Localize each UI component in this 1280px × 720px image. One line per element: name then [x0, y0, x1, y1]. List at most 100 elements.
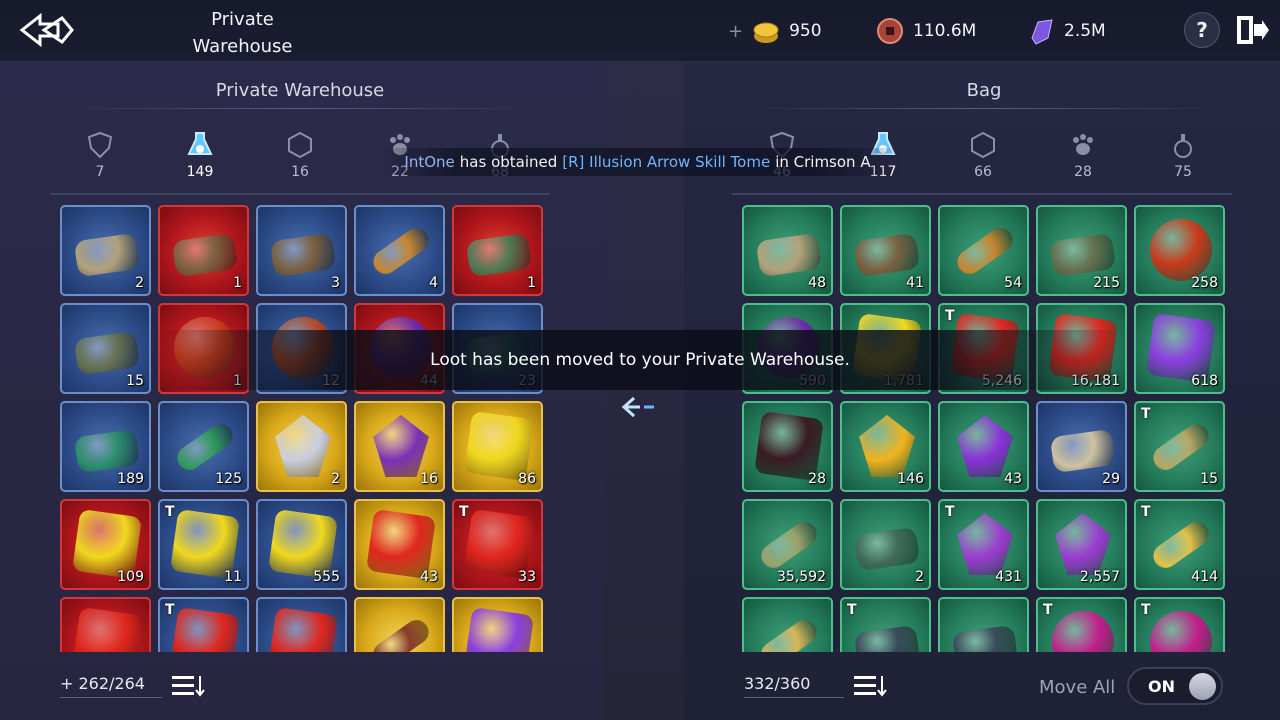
warehouse-tab-gems[interactable]: 16: [270, 130, 330, 186]
warehouse-tab-equipment[interactable]: 7: [70, 130, 130, 186]
item-icon: [1150, 219, 1212, 281]
bag-slot[interactable]: [938, 597, 1029, 652]
item-quantity: 2: [915, 569, 924, 585]
notice-player: IntOne: [404, 153, 455, 171]
bag-slot[interactable]: T: [840, 597, 931, 652]
bag-capacity[interactable]: 332/360: [744, 674, 844, 698]
bag-slot[interactable]: 215: [1036, 205, 1127, 296]
tab-count: 7: [95, 164, 105, 180]
item-quantity: 414: [1191, 569, 1218, 585]
item-quantity: 189: [117, 471, 144, 487]
item-icon: [1049, 232, 1117, 278]
item-quantity: 11: [224, 569, 242, 585]
paw-icon: [1073, 134, 1093, 155]
item-icon: [269, 232, 337, 278]
warehouse-slot[interactable]: [452, 597, 543, 652]
item-quantity: 43: [420, 569, 438, 585]
warehouse-tab-consumables[interactable]: 149: [170, 130, 230, 186]
flask-icon: [187, 132, 213, 155]
item-icon: [73, 330, 141, 376]
top-bar: Private Warehouse + 950 110.6M 2.5M ?: [0, 0, 1280, 62]
gold-coin-icon: [753, 22, 779, 43]
warehouse-slot[interactable]: 3: [256, 205, 347, 296]
bag-slot[interactable]: 146: [840, 401, 931, 492]
exit-door-icon: [1237, 16, 1269, 44]
tab-count: 75: [1174, 164, 1192, 180]
item-icon: [368, 615, 434, 652]
warehouse-slot[interactable]: 43: [354, 499, 445, 590]
warehouse-slot[interactable]: [60, 597, 151, 652]
bag-tab-pets[interactable]: 28: [1053, 130, 1113, 186]
warehouse-slot[interactable]: T 11: [158, 499, 249, 590]
title-line-2: Warehouse: [192, 36, 293, 57]
warehouse-slot[interactable]: 109: [60, 499, 151, 590]
bag-slot[interactable]: 43: [938, 401, 1029, 492]
bag-slot[interactable]: T: [1036, 597, 1127, 652]
move-left-arrow[interactable]: [620, 392, 658, 422]
bag-slot[interactable]: 28: [742, 401, 833, 492]
warehouse-slot[interactable]: 15: [60, 303, 151, 394]
item-quantity: 109: [117, 569, 144, 585]
warehouse-slot[interactable]: 1: [158, 205, 249, 296]
bag-slot[interactable]: [742, 597, 833, 652]
bag-slot[interactable]: 54: [938, 205, 1029, 296]
currency-crystal: 2.5M: [1026, 16, 1106, 46]
item-icon: [465, 232, 533, 278]
warehouse-slot[interactable]: 555: [256, 499, 347, 590]
warehouse-slot[interactable]: 2: [256, 401, 347, 492]
warehouse-slot[interactable]: T 33: [452, 499, 543, 590]
item-icon: [756, 517, 822, 573]
bag-slot[interactable]: 2: [840, 499, 931, 590]
warehouse-capacity[interactable]: + 262/264: [60, 674, 162, 698]
tradable-icon: T: [165, 602, 175, 618]
warehouse-heading: Private Warehouse: [215, 80, 385, 101]
bag-slot[interactable]: T: [1134, 597, 1225, 652]
exit-button[interactable]: [1234, 12, 1270, 48]
help-button[interactable]: ?: [1184, 12, 1220, 48]
bag-tab-gems[interactable]: 66: [953, 130, 1013, 186]
bag-tabs-underline: [732, 193, 1232, 195]
crystal-amount: 2.5M: [1064, 21, 1106, 41]
back-button[interactable]: [18, 12, 76, 48]
tradable-icon: T: [165, 504, 175, 520]
item-icon: [463, 606, 535, 652]
warehouse-sort-button[interactable]: [170, 672, 206, 700]
bag-slot[interactable]: T 431: [938, 499, 1029, 590]
warehouse-slot[interactable]: T: [158, 597, 249, 652]
warehouse-slot[interactable]: 4: [354, 205, 445, 296]
item-quantity: 86: [518, 471, 536, 487]
bag-slot[interactable]: 41: [840, 205, 931, 296]
bag-slot[interactable]: 258: [1134, 205, 1225, 296]
bag-slot[interactable]: T 15: [1134, 401, 1225, 492]
tab-count: 16: [291, 164, 309, 180]
warehouse-slot[interactable]: [256, 597, 347, 652]
bag-sort-button[interactable]: [852, 672, 888, 700]
arrow-left-icon: [621, 396, 654, 418]
item-icon: [267, 606, 339, 652]
currency-gold[interactable]: + 950: [728, 16, 822, 46]
warehouse-heading-divider: [60, 108, 540, 109]
warehouse-slot[interactable]: 86: [452, 401, 543, 492]
tradable-icon: T: [1141, 504, 1151, 520]
warehouse-slot[interactable]: 189: [60, 401, 151, 492]
bag-heading: Bag: [966, 80, 1002, 101]
warehouse-slot[interactable]: 16: [354, 401, 445, 492]
item-icon: [171, 232, 239, 278]
item-icon: [1055, 513, 1111, 575]
item-quantity: 28: [808, 471, 826, 487]
warehouse-slot[interactable]: 125: [158, 401, 249, 492]
bag-tab-potions[interactable]: 75: [1153, 130, 1213, 186]
warehouse-slot[interactable]: 1: [452, 205, 543, 296]
toast-message: Loot has been moved to your Private Ware…: [150, 330, 1130, 390]
move-all-toggle[interactable]: ON: [1127, 667, 1223, 705]
bag-slot[interactable]: 618: [1134, 303, 1225, 394]
bag-slot[interactable]: 35,592: [742, 499, 833, 590]
warehouse-slot[interactable]: 2: [60, 205, 151, 296]
bag-slot[interactable]: T 414: [1134, 499, 1225, 590]
bag-slot[interactable]: 48: [742, 205, 833, 296]
bag-slot[interactable]: 2,557: [1036, 499, 1127, 590]
warehouse-slot[interactable]: [354, 597, 445, 652]
item-quantity: 16: [420, 471, 438, 487]
purple-crystal-icon: [1031, 19, 1053, 45]
bag-slot[interactable]: 29: [1036, 401, 1127, 492]
